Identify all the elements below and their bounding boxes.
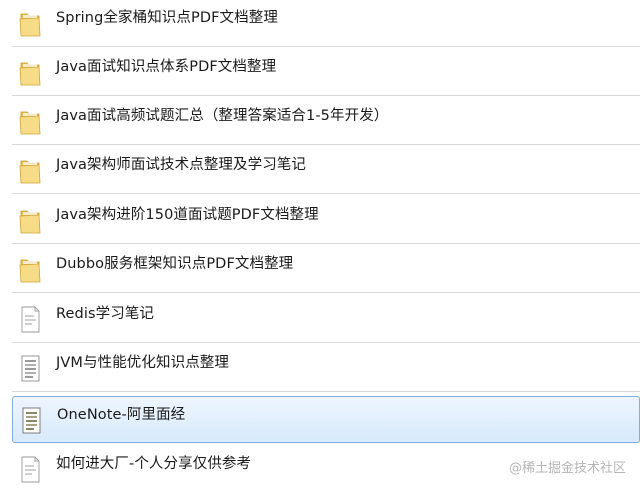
document-icon bbox=[19, 405, 43, 435]
folder-icon bbox=[18, 8, 42, 38]
folder-icon bbox=[18, 106, 42, 136]
item-label: Java架构进阶150道面试题PDF文档整理 bbox=[56, 207, 319, 223]
file-item-selected[interactable]: OneNote-阿里面经 bbox=[12, 396, 640, 443]
folder-icon bbox=[18, 155, 42, 185]
item-label: Java架构师面试技术点整理及学习笔记 bbox=[56, 157, 307, 173]
watermark: @稀土掘金技术社区 bbox=[508, 461, 626, 476]
file-item[interactable]: Redis学习笔记 bbox=[12, 296, 640, 343]
item-label: Java面试高频试题汇总（整理答案适合1-5年开发） bbox=[56, 108, 389, 124]
file-item[interactable]: JVM与性能优化知识点整理 bbox=[12, 345, 640, 392]
folder-item[interactable]: Java面试高频试题汇总（整理答案适合1-5年开发） bbox=[12, 98, 640, 145]
document-icon bbox=[18, 353, 42, 383]
folder-item[interactable]: Java架构进阶150道面试题PDF文档整理 bbox=[12, 197, 640, 244]
item-label: 如何进大厂-个人分享仅供参考 bbox=[56, 456, 252, 472]
item-label: Java面试知识点体系PDF文档整理 bbox=[56, 59, 277, 75]
item-label: Dubbo服务框架知识点PDF文档整理 bbox=[56, 256, 294, 272]
text-file-icon bbox=[18, 454, 42, 484]
folder-icon bbox=[18, 254, 42, 284]
text-file-icon bbox=[18, 304, 42, 334]
folder-icon bbox=[18, 57, 42, 87]
folder-item[interactable]: Java架构师面试技术点整理及学习笔记 bbox=[12, 147, 640, 194]
item-label: OneNote-阿里面经 bbox=[57, 407, 186, 423]
item-label: Spring全家桶知识点PDF文档整理 bbox=[56, 10, 278, 26]
folder-item[interactable]: Spring全家桶知识点PDF文档整理 bbox=[12, 0, 640, 47]
file-list: Spring全家桶知识点PDF文档整理 Java面试知识点体系PDF文档整理 J… bbox=[0, 0, 640, 492]
folder-item[interactable]: Dubbo服务框架知识点PDF文档整理 bbox=[12, 246, 640, 293]
item-label: JVM与性能优化知识点整理 bbox=[56, 355, 230, 371]
folder-icon bbox=[18, 205, 42, 235]
item-label: Redis学习笔记 bbox=[56, 306, 155, 322]
folder-item[interactable]: Java面试知识点体系PDF文档整理 bbox=[12, 49, 640, 96]
